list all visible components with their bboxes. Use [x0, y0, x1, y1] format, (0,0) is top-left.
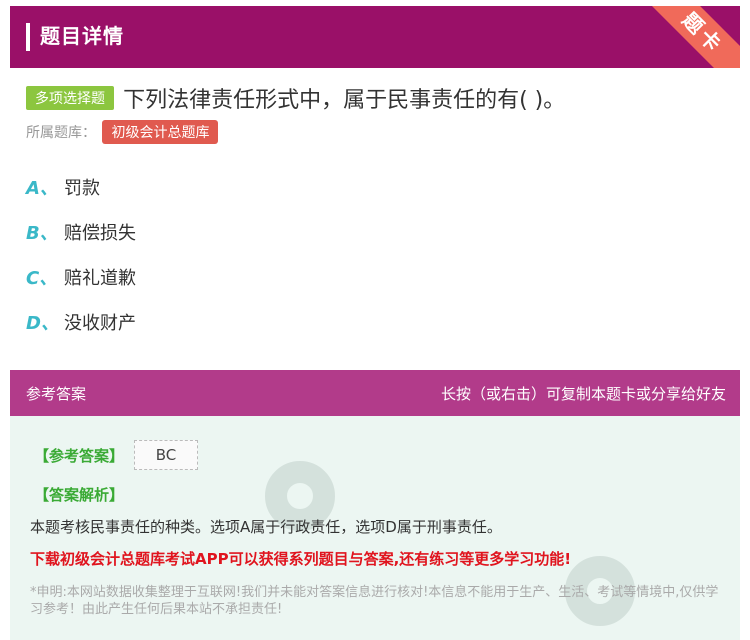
question-line: 多项选择题 下列法律责任形式中，属于民事责任的有( )。 [26, 82, 726, 114]
page-title: 题目详情 [40, 24, 124, 48]
options-list: A、 罚款 B、 赔偿损失 C、 赔礼道歉 D、 没收财产 [26, 174, 136, 354]
share-hint: 长按（或右击）可复制本题卡或分享给好友 [440, 385, 726, 403]
app-promo-link[interactable]: 下载初级会计总题库考试APP可以获得系列题目与答案,还有练习等更多学习功能! [30, 548, 571, 569]
reference-answer-row: 【参考答案】 BC [34, 440, 199, 470]
card-ribbon: 题卡 [637, 6, 740, 68]
question-type-badge: 多项选择题 [26, 86, 114, 110]
disclaimer-text: *申明:本网站数据收集整理于互联网!我们并未能对答案信息进行核对!本信息不能用于… [30, 585, 719, 617]
option-b[interactable]: B、 赔偿损失 [26, 219, 136, 264]
analysis-label: 【答案解析】 [34, 486, 125, 504]
answer-header: 参考答案 长按（或右击）可复制本题卡或分享给好友 [10, 370, 740, 416]
option-letter: A、 [26, 178, 58, 199]
analysis-text: 本题考核民事责任的种类。选项A属于行政责任，选项D属于刑事责任。 [30, 518, 502, 536]
title-header: 题目详情 题卡 [10, 6, 740, 68]
reference-answer-label: 【参考答案】 [34, 446, 125, 465]
option-text: 没收财产 [64, 313, 136, 334]
reference-answer-value[interactable]: BC [134, 440, 199, 470]
bank-tag[interactable]: 初级会计总题库 [102, 120, 219, 144]
question-bank: 所属题库： 初级会计总题库 [26, 120, 219, 144]
answer-panel: 【参考答案】 BC 【答案解析】 本题考核民事责任的种类。选项A属于行政责任，选… [10, 416, 740, 640]
option-letter: D、 [26, 313, 59, 334]
option-text: 罚款 [64, 178, 100, 199]
header-accent-bar [26, 23, 30, 51]
option-letter: B、 [26, 223, 58, 244]
option-c[interactable]: C、 赔礼道歉 [26, 264, 136, 309]
answer-header-title: 参考答案 [26, 385, 87, 403]
option-text: 赔偿损失 [64, 223, 136, 244]
bank-label: 所属题库： [26, 125, 96, 141]
option-letter: C、 [26, 268, 58, 289]
option-d[interactable]: D、 没收财产 [26, 309, 136, 354]
question-text: 下列法律责任形式中，属于民事责任的有( )。 [123, 88, 566, 113]
option-text: 赔礼道歉 [64, 268, 136, 289]
option-a[interactable]: A、 罚款 [26, 174, 136, 219]
